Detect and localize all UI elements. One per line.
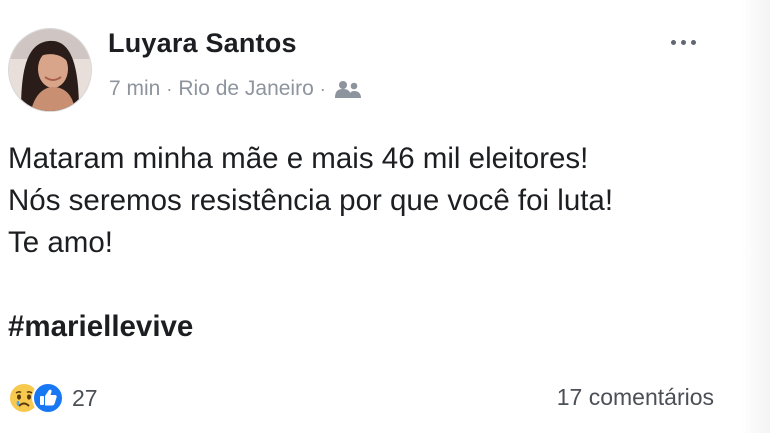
avatar[interactable] [8,28,92,112]
post-header: Luyara Santos 7 min · Rio de Janeiro · [8,22,728,112]
meta-separator: · [319,78,326,99]
post-footer: 27 17 comentários [8,380,720,416]
hashtag-link[interactable]: #mariellevive [8,310,193,344]
post-text: Mataram minha mãe e mais 46 mil eleitore… [8,138,728,264]
avatar-photo [9,29,91,111]
post-text-line: Nós seremos resistência por que você foi… [8,184,614,217]
post-text-line: Te amo! [8,226,113,259]
author-name[interactable]: Luyara Santos [108,28,297,59]
post-card: Luyara Santos 7 min · Rio de Janeiro · M… [0,0,740,433]
post-time[interactable]: 7 min [109,77,160,101]
group-icon [334,80,362,98]
meta-separator: · [166,78,173,99]
comments-count-link[interactable]: 17 comentários [557,384,714,411]
post-location[interactable]: Rio de Janeiro [178,77,313,101]
post-text-line: Mataram minha mãe e mais 46 mil eleitore… [8,142,589,175]
edge-shadow [740,0,770,433]
reaction-count: 27 [72,384,98,411]
more-options-button[interactable] [663,30,703,54]
more-options-icon [670,39,676,45]
reactions-summary[interactable]: 27 [8,382,98,414]
post-meta: 7 min · Rio de Janeiro · [109,77,362,101]
like-reaction-icon [32,382,64,414]
